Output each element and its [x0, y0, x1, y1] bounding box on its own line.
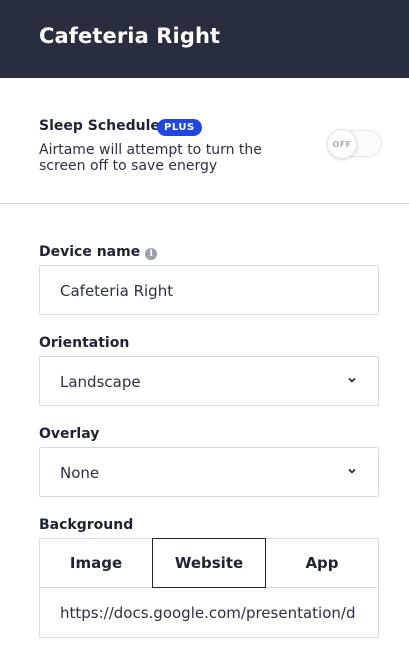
overlay-select[interactable]: None [39, 447, 379, 497]
sleep-schedule-toggle[interactable]: OFF [327, 129, 382, 159]
background-type-selector: Image Website App [39, 538, 379, 588]
device-name-input[interactable]: Cafeteria Right [39, 265, 379, 315]
background-option-app[interactable]: App [266, 539, 378, 587]
background-url-value: https://docs.google.com/presentation/d [60, 604, 356, 622]
sleep-schedule-section: Sleep Schedule PLUS Airtame will attempt… [39, 118, 383, 178]
background-option-image[interactable]: Image [40, 539, 152, 587]
toggle-state-label: OFF [332, 139, 352, 149]
device-name-label-row: Device name i [39, 244, 158, 260]
device-name-label: Device name [39, 244, 141, 260]
overlay-label: Overlay [39, 426, 100, 442]
background-label: Background [39, 517, 134, 533]
background-url-input[interactable]: https://docs.google.com/presentation/d [39, 588, 379, 638]
plus-badge: PLUS [157, 119, 202, 136]
info-icon[interactable]: i [145, 248, 158, 260]
orientation-value: Landscape [60, 373, 141, 391]
background-option-website[interactable]: Website [152, 538, 266, 588]
overlay-value: None [60, 464, 100, 482]
section-divider [0, 203, 409, 204]
header: Cafeteria Right [0, 0, 409, 78]
toggle-knob: OFF [327, 129, 357, 159]
chevron-down-icon [348, 468, 356, 474]
sleep-schedule-description: Airtame will attempt to turn the screen … [39, 142, 262, 174]
sleep-schedule-title: Sleep Schedule [39, 118, 160, 134]
orientation-label: Orientation [39, 335, 130, 351]
orientation-select[interactable]: Landscape [39, 356, 379, 406]
chevron-down-icon [348, 377, 356, 383]
page-title: Cafeteria Right [39, 24, 221, 48]
device-name-value: Cafeteria Right [60, 282, 174, 300]
